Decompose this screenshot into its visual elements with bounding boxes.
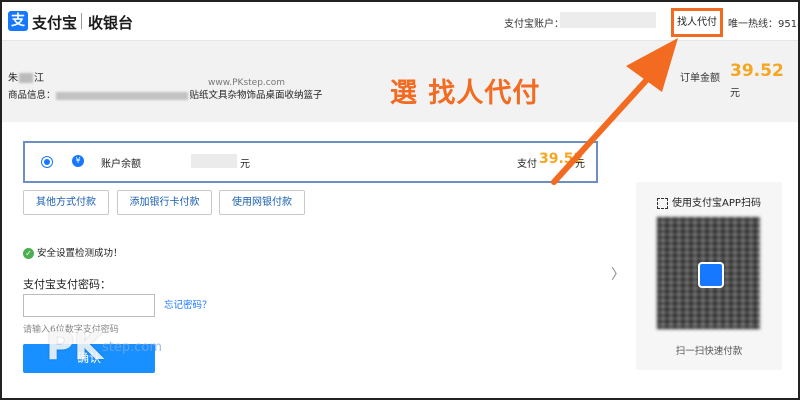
arrow-shaft: [551, 71, 655, 185]
arrow-head: [626, 38, 678, 92]
annotation-arrow: [551, 38, 678, 185]
cashier-window: 支 支付宝 收银台 支付宝账户： 找人代付 唯一热线：95188 朱江 商品信息…: [0, 0, 800, 400]
